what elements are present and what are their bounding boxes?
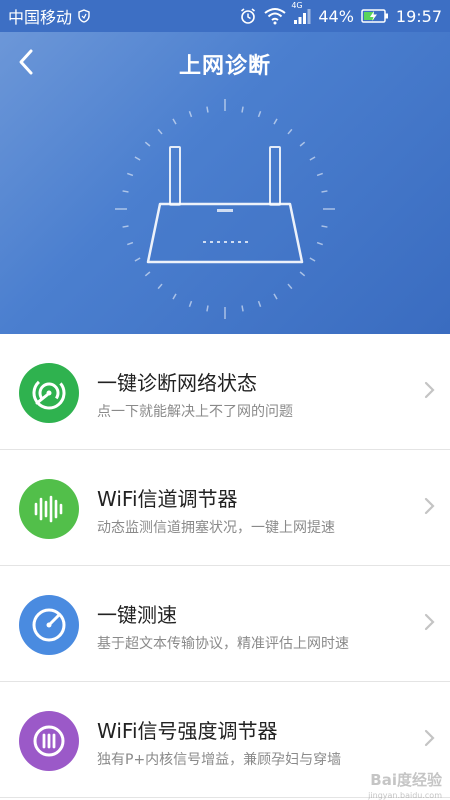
ring-tick (241, 106, 244, 113)
tool-list: 一键诊断网络状态 点一下就能解决上不了网的问题 WiFi信道调节器 动态监测信道… (0, 334, 450, 798)
chevron-right-icon (424, 497, 435, 515)
cell-signal: 4G (291, 1, 311, 25)
ring-tick (157, 128, 163, 135)
ring-tick (287, 283, 293, 290)
ring-tick (299, 271, 306, 277)
chevron-right-icon (424, 613, 435, 631)
item-title: 一键诊断网络状态 (97, 371, 257, 395)
router-logo (217, 209, 233, 212)
ring-tick (122, 190, 129, 193)
ring-tick (188, 300, 193, 307)
item-subtitle: 独有P+内核信号增益，兼顾孕妇与穿墙 (97, 752, 342, 768)
ring-tick (321, 190, 328, 193)
network-type-label: 4G (291, 1, 303, 10)
ring-tick (172, 118, 177, 125)
carrier-name: 中国移动 (8, 8, 73, 27)
channel-icon (19, 479, 79, 539)
ring-tick (273, 293, 278, 300)
ring-tick (144, 271, 151, 277)
item-title: WiFi信号强度调节器 (97, 719, 278, 743)
item-subtitle: 点一下就能解决上不了网的问题 (97, 404, 293, 420)
router-illustration (115, 99, 335, 319)
signal-boost-icon (19, 711, 79, 771)
item-title: 一键测速 (97, 603, 177, 627)
list-item[interactable]: 一键测速 基于超文本传输协议，精准评估上网时速 (0, 566, 450, 682)
speedometer-icon (19, 595, 79, 655)
alarm-icon (241, 8, 256, 24)
diagnose-icon (19, 363, 79, 423)
ring-tick (206, 305, 209, 312)
ring-tick (134, 257, 141, 262)
ring-tick (172, 293, 177, 300)
ring-tick (127, 172, 134, 177)
clock: 19:57 (395, 6, 442, 26)
ring-tick (309, 156, 316, 161)
ring-tick (134, 156, 141, 161)
ring-tick (122, 225, 129, 228)
ring-tick (127, 241, 134, 246)
ring-tick (316, 172, 323, 177)
battery-percent: 44% (318, 6, 354, 26)
status-bar: 中国移动 4G 44% 19:57 (0, 0, 450, 32)
battery-charging-icon (361, 9, 388, 23)
page-title: 上网诊断 (178, 54, 271, 79)
ring-tick (157, 283, 163, 290)
ring-tick (299, 141, 306, 147)
watermark-url: jingyan.baidu.com (368, 791, 442, 800)
item-subtitle: 动态监测信道拥塞状况，一键上网提速 (97, 520, 335, 536)
diagnose-header: 上网诊断 (0, 32, 450, 334)
chevron-right-icon (424, 729, 435, 747)
chevron-right-icon (424, 381, 435, 399)
ring-tick (257, 111, 262, 118)
ring-tick (273, 118, 278, 125)
ring-tick (241, 305, 244, 312)
list-item[interactable]: 一键诊断网络状态 点一下就能解决上不了网的问题 (0, 334, 450, 450)
list-item[interactable]: WiFi信道调节器 动态监测信道拥塞状况，一键上网提速 (0, 450, 450, 566)
ring-tick (144, 141, 151, 147)
item-title: WiFi信道调节器 (97, 487, 238, 511)
ring-tick (309, 257, 316, 262)
router-body (146, 202, 304, 264)
ring-tick (316, 241, 323, 246)
shield-icon (78, 9, 90, 23)
ring-tick (206, 106, 209, 113)
antenna-left (169, 146, 181, 206)
ring-tick (257, 300, 262, 307)
item-subtitle: 基于超文本传输协议，精准评估上网时速 (97, 636, 349, 652)
antenna-right (269, 146, 281, 206)
ring-tick (287, 128, 293, 135)
watermark-logo: Bai度经验 (370, 771, 442, 789)
ring-tick (321, 225, 328, 228)
wifi-icon (264, 8, 286, 25)
ring-tick (188, 111, 193, 118)
